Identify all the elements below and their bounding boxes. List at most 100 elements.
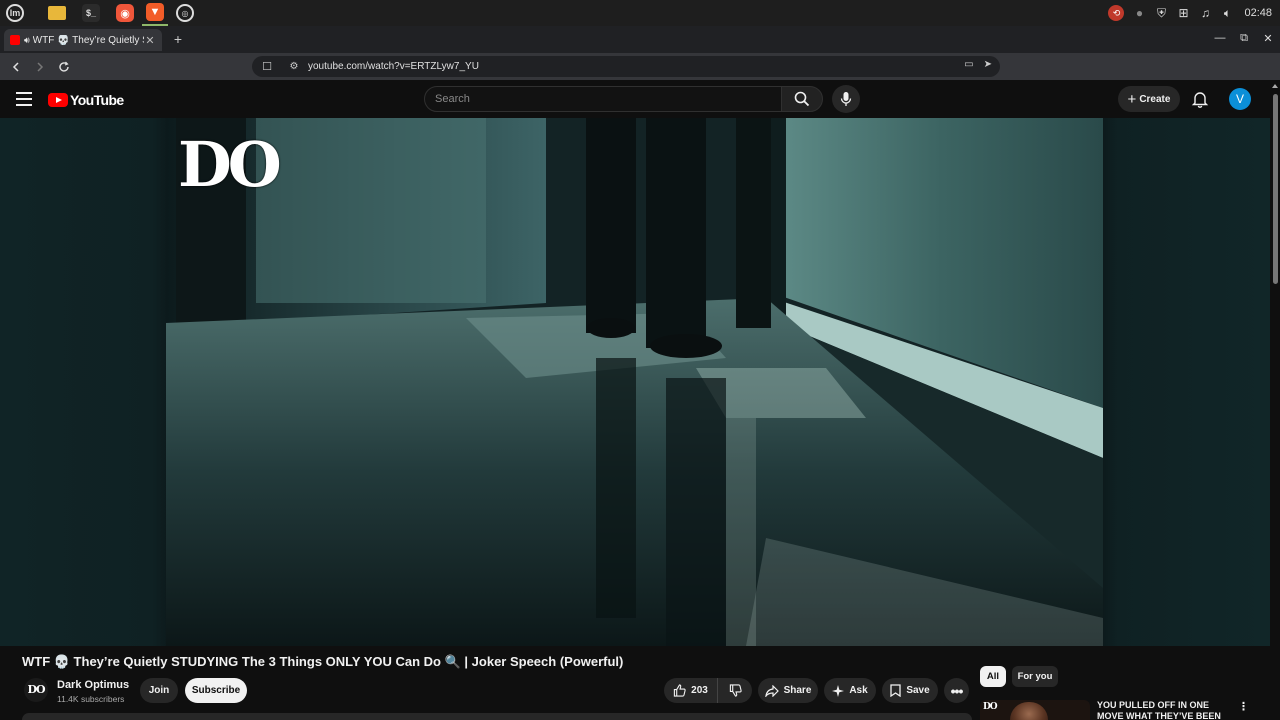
back-arrow-icon bbox=[12, 61, 19, 72]
thumbnail-face-image bbox=[1010, 702, 1048, 720]
save-label: Save bbox=[906, 685, 930, 696]
recommended-thumbnail[interactable]: DO bbox=[980, 700, 1090, 720]
thumbnail-channel-mark: DO bbox=[983, 702, 998, 712]
channel-avatar[interactable]: DO bbox=[24, 678, 48, 702]
youtube-header: YouTube Search + Create V bbox=[0, 80, 1280, 118]
reload-icon bbox=[59, 61, 69, 72]
video-frame[interactable] bbox=[166, 118, 1103, 646]
page-scrollbar[interactable] bbox=[1270, 80, 1280, 720]
os-taskbar: lm $_ ◉ ▼ ◎ ⟲ ● ⛨ ⊞ ♫ 🔈︎ 02:48 bbox=[0, 0, 1280, 26]
more-actions-button[interactable]: ••• bbox=[944, 678, 969, 703]
bookmark-icon[interactable]: ☐ bbox=[258, 60, 276, 73]
dropbox-icon[interactable]: ● bbox=[1132, 6, 1146, 20]
subscribe-button[interactable]: Subscribe bbox=[185, 678, 247, 703]
youtube-play-icon bbox=[48, 93, 68, 107]
system-tray: ⟲ ● ⛨ ⊞ ♫ 🔈︎ 02:48 bbox=[1108, 0, 1272, 26]
video-title: WTF 💀 They’re Quietly STUDYING The 3 Thi… bbox=[22, 654, 624, 669]
close-window-icon[interactable]: ✕ bbox=[1262, 32, 1274, 45]
maximize-icon[interactable]: ⧉ bbox=[1238, 32, 1250, 45]
save-button[interactable]: Save bbox=[882, 678, 938, 703]
files-launcher[interactable] bbox=[44, 0, 70, 26]
network-icon[interactable]: ⊞ bbox=[1176, 6, 1190, 20]
ask-label: Ask bbox=[849, 685, 868, 696]
chip-for-you[interactable]: For you bbox=[1012, 666, 1058, 687]
url-text[interactable]: youtube.com/watch?v=ERTZLyw7_YU bbox=[308, 61, 479, 72]
microphone-icon bbox=[840, 92, 852, 106]
volume-icon[interactable]: 🔈︎ bbox=[1220, 6, 1234, 20]
share-button[interactable]: Share bbox=[758, 678, 818, 703]
create-button[interactable]: + Create bbox=[1118, 86, 1180, 112]
youtube-logo[interactable]: YouTube bbox=[48, 92, 124, 108]
window-controls: — ⧉ ✕ bbox=[1214, 32, 1274, 45]
thumbs-up-icon bbox=[673, 684, 686, 697]
brave-launcher[interactable]: ▼ bbox=[142, 0, 168, 26]
browser-toolbar: ☐ ⚙︎ youtube.com/watch?v=ERTZLyw7_YU ▭ ➤… bbox=[0, 53, 1280, 126]
share-label: Share bbox=[783, 685, 812, 696]
back-button[interactable] bbox=[6, 57, 26, 77]
youtube-favicon-icon bbox=[10, 35, 20, 45]
firefox-launcher[interactable]: ◉ bbox=[112, 0, 138, 26]
search-button[interactable] bbox=[781, 86, 823, 112]
search-input[interactable]: Search bbox=[424, 86, 782, 112]
plus-icon: + bbox=[1127, 90, 1137, 108]
search-icon bbox=[794, 91, 810, 107]
reload-button[interactable] bbox=[54, 57, 74, 77]
join-button[interactable]: Join bbox=[140, 678, 178, 703]
mint-menu-button[interactable]: lm bbox=[2, 0, 28, 26]
forward-button[interactable] bbox=[30, 57, 50, 77]
more-horizontal-icon: ••• bbox=[950, 682, 964, 699]
recommended-title[interactable]: YOU PULLED OFF IN ONE MOVE WHAT THEY’VE … bbox=[1097, 700, 1237, 720]
subscriber-count: 11.4K subscribers bbox=[57, 694, 125, 704]
cast-icon[interactable]: ▭ bbox=[964, 59, 973, 70]
firefox-icon: ◉ bbox=[116, 4, 134, 22]
update-icon[interactable]: ⟲ bbox=[1108, 5, 1125, 21]
close-tab-icon[interactable]: ✕ bbox=[144, 34, 156, 47]
scrollbar-thumb[interactable] bbox=[1273, 94, 1278, 284]
create-label: Create bbox=[1139, 93, 1171, 105]
video-player[interactable]: DO bbox=[0, 118, 1270, 646]
chrome-icon: ◎ bbox=[176, 4, 194, 22]
like-dislike-group: 203 bbox=[664, 678, 752, 703]
account-avatar[interactable]: V bbox=[1229, 88, 1251, 110]
thumbs-down-icon bbox=[729, 684, 742, 697]
terminal-icon: $_ bbox=[82, 4, 100, 22]
tab-title: WTF 💀 They’re Quietly ST bbox=[32, 34, 144, 46]
menu-icon[interactable] bbox=[16, 92, 32, 106]
ask-button[interactable]: Ask bbox=[824, 678, 876, 703]
new-tab-button[interactable]: + bbox=[170, 31, 186, 47]
omnibox-actions: ▭ ➤ bbox=[964, 59, 992, 70]
send-icon[interactable]: ➤ bbox=[984, 59, 992, 70]
channel-watermark: DO bbox=[178, 128, 282, 201]
voice-search-button[interactable] bbox=[832, 85, 860, 113]
bookmark-save-icon bbox=[890, 684, 901, 697]
dislike-button[interactable] bbox=[718, 684, 752, 697]
youtube-wordmark: YouTube bbox=[70, 92, 124, 108]
audio-playing-icon[interactable]: 🔊︎ bbox=[24, 35, 30, 46]
description-box[interactable] bbox=[22, 713, 972, 720]
browser-tab[interactable]: 🔊︎ WTF 💀 They’re Quietly ST ✕ bbox=[4, 29, 162, 51]
recommended-more-icon[interactable]: ⋮ bbox=[1238, 700, 1249, 713]
forward-arrow-icon bbox=[37, 61, 44, 72]
sparkle-icon bbox=[832, 684, 845, 697]
like-count: 203 bbox=[691, 685, 708, 696]
like-button[interactable]: 203 bbox=[664, 678, 718, 703]
hallway-scene-image bbox=[166, 118, 1103, 646]
scroll-up-icon[interactable] bbox=[1272, 84, 1278, 88]
clock[interactable]: 02:48 bbox=[1244, 7, 1272, 19]
music-icon[interactable]: ♫ bbox=[1198, 6, 1212, 20]
chip-all[interactable]: All bbox=[980, 666, 1006, 687]
chrome-launcher[interactable]: ◎ bbox=[172, 0, 198, 26]
brave-icon: ▼ bbox=[146, 3, 164, 21]
minimize-icon[interactable]: — bbox=[1214, 32, 1226, 45]
files-icon bbox=[48, 6, 66, 20]
shield-icon[interactable]: ⛨ bbox=[1154, 6, 1168, 20]
terminal-launcher[interactable]: $_ bbox=[78, 0, 104, 26]
channel-name[interactable]: Dark Optimus bbox=[57, 679, 129, 691]
site-info-icon[interactable]: ⚙︎ bbox=[286, 61, 302, 72]
share-icon bbox=[764, 684, 779, 697]
bell-icon bbox=[1191, 92, 1209, 108]
browser-tabstrip: 🔊︎ WTF 💀 They’re Quietly ST ✕ + — ⧉ ✕ bbox=[0, 26, 1280, 53]
address-bar[interactable]: ☐ ⚙︎ youtube.com/watch?v=ERTZLyw7_YU ▭ ➤ bbox=[252, 56, 1000, 77]
mint-menu-icon: lm bbox=[6, 4, 24, 22]
notifications-button[interactable] bbox=[1191, 90, 1209, 108]
